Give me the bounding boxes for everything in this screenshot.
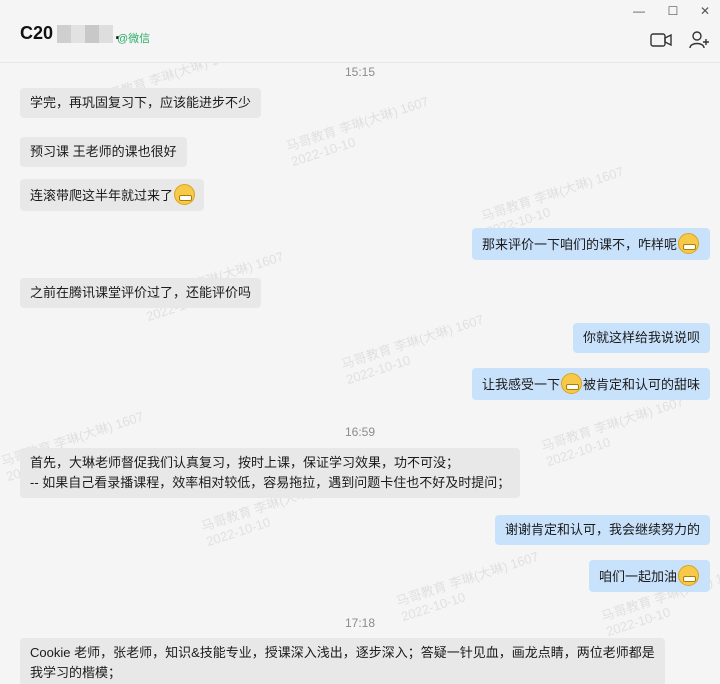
thinking-emoji-icon xyxy=(678,233,699,254)
add-person-icon xyxy=(689,31,709,49)
minimize-button[interactable]: — xyxy=(632,4,646,18)
maximize-button[interactable]: ☐ xyxy=(666,4,680,18)
message-bubble-incoming[interactable]: 预习课 王老师的课也很好 xyxy=(20,137,187,167)
message-line: -- 如果自己看录播课程，效率相对较低，容易拖拉，遇到问题卡住也不好及时提问； xyxy=(30,475,511,490)
message-text: 被肯定和认可的甜味 xyxy=(582,377,700,392)
video-camera-icon xyxy=(650,33,672,47)
timestamp: 16:59 xyxy=(344,425,376,439)
message-bubble-outgoing[interactable]: 你就这样给我说说呗 xyxy=(572,323,710,353)
message-text: 连滚带爬这半年就过来了 xyxy=(30,188,174,203)
message-bubble-outgoing[interactable]: 那来评价一下咱们的课不，咋样呢 xyxy=(471,228,710,260)
message-line: Cookie 老师，张老师，知识&技能专业，授课深入浅出，逐步深入；答疑一针见血… xyxy=(30,645,655,660)
message-bubble-outgoing[interactable]: 让我感受一下 被肯定和认可的甜味 xyxy=(471,368,710,400)
grin-emoji-icon xyxy=(560,373,582,394)
scrollbar[interactable] xyxy=(713,66,718,666)
chat-header: C20 . @微信 — ☐ ✕ xyxy=(0,0,720,63)
message-bubble-incoming[interactable]: 首先，大琳老师督促我们认真复习，按时上课，保证学习效果，功不可没； -- 如果自… xyxy=(20,448,521,498)
redacted-name xyxy=(57,24,114,43)
video-call-button[interactable] xyxy=(650,30,672,50)
watermark: 马哥教育 李琳(大琳) 16072022-10-10 xyxy=(339,311,486,388)
timestamp: 15:15 xyxy=(344,65,376,79)
source-badge: @微信 xyxy=(117,33,151,45)
chat-title: C20 . xyxy=(20,23,120,44)
message-bubble-incoming[interactable]: 连滚带爬这半年就过来了 xyxy=(20,179,205,211)
message-bubble-incoming[interactable]: 学完，再巩固复习下，应该能进步不少 xyxy=(20,88,262,118)
add-member-button[interactable] xyxy=(688,30,710,50)
watermark: 马哥教育 李琳(大琳) 16072022-10-10 xyxy=(284,93,431,170)
message-bubble-outgoing[interactable]: 咱们一起加油 xyxy=(588,560,710,592)
watermark: 马哥教育 李琳(大琳) 16072022-10-10 xyxy=(394,548,541,625)
timestamp: 17:18 xyxy=(344,616,376,630)
contact-name: C20 xyxy=(20,23,54,43)
grin-emoji-icon xyxy=(174,184,196,205)
message-bubble-incoming[interactable]: 之前在腾讯课堂评价过了，还能评价吗 xyxy=(20,278,262,308)
message-text: 让我感受一下 xyxy=(481,377,560,392)
message-text: 那来评价一下咱们的课不，咋样呢 xyxy=(481,237,677,252)
message-line: 我学习的楷模； xyxy=(30,665,122,680)
message-line: 首先，大琳老师督促我们认真复习，按时上课，保证学习效果，功不可没； xyxy=(30,455,460,470)
message-text: 咱们一起加油 xyxy=(598,569,677,584)
cheer-emoji-icon xyxy=(678,565,699,586)
close-button[interactable]: ✕ xyxy=(698,4,712,18)
message-bubble-outgoing[interactable]: 谢谢肯定和认可，我会继续努力的 xyxy=(494,515,710,545)
message-list[interactable]: 马哥教育 李琳(大琳) 16072022-10-10 马哥教育 李琳(大琳) 1… xyxy=(0,63,720,684)
message-bubble-incoming[interactable]: Cookie 老师，张老师，知识&技能专业，授课深入浅出，逐步深入；答疑一针见血… xyxy=(20,638,665,684)
